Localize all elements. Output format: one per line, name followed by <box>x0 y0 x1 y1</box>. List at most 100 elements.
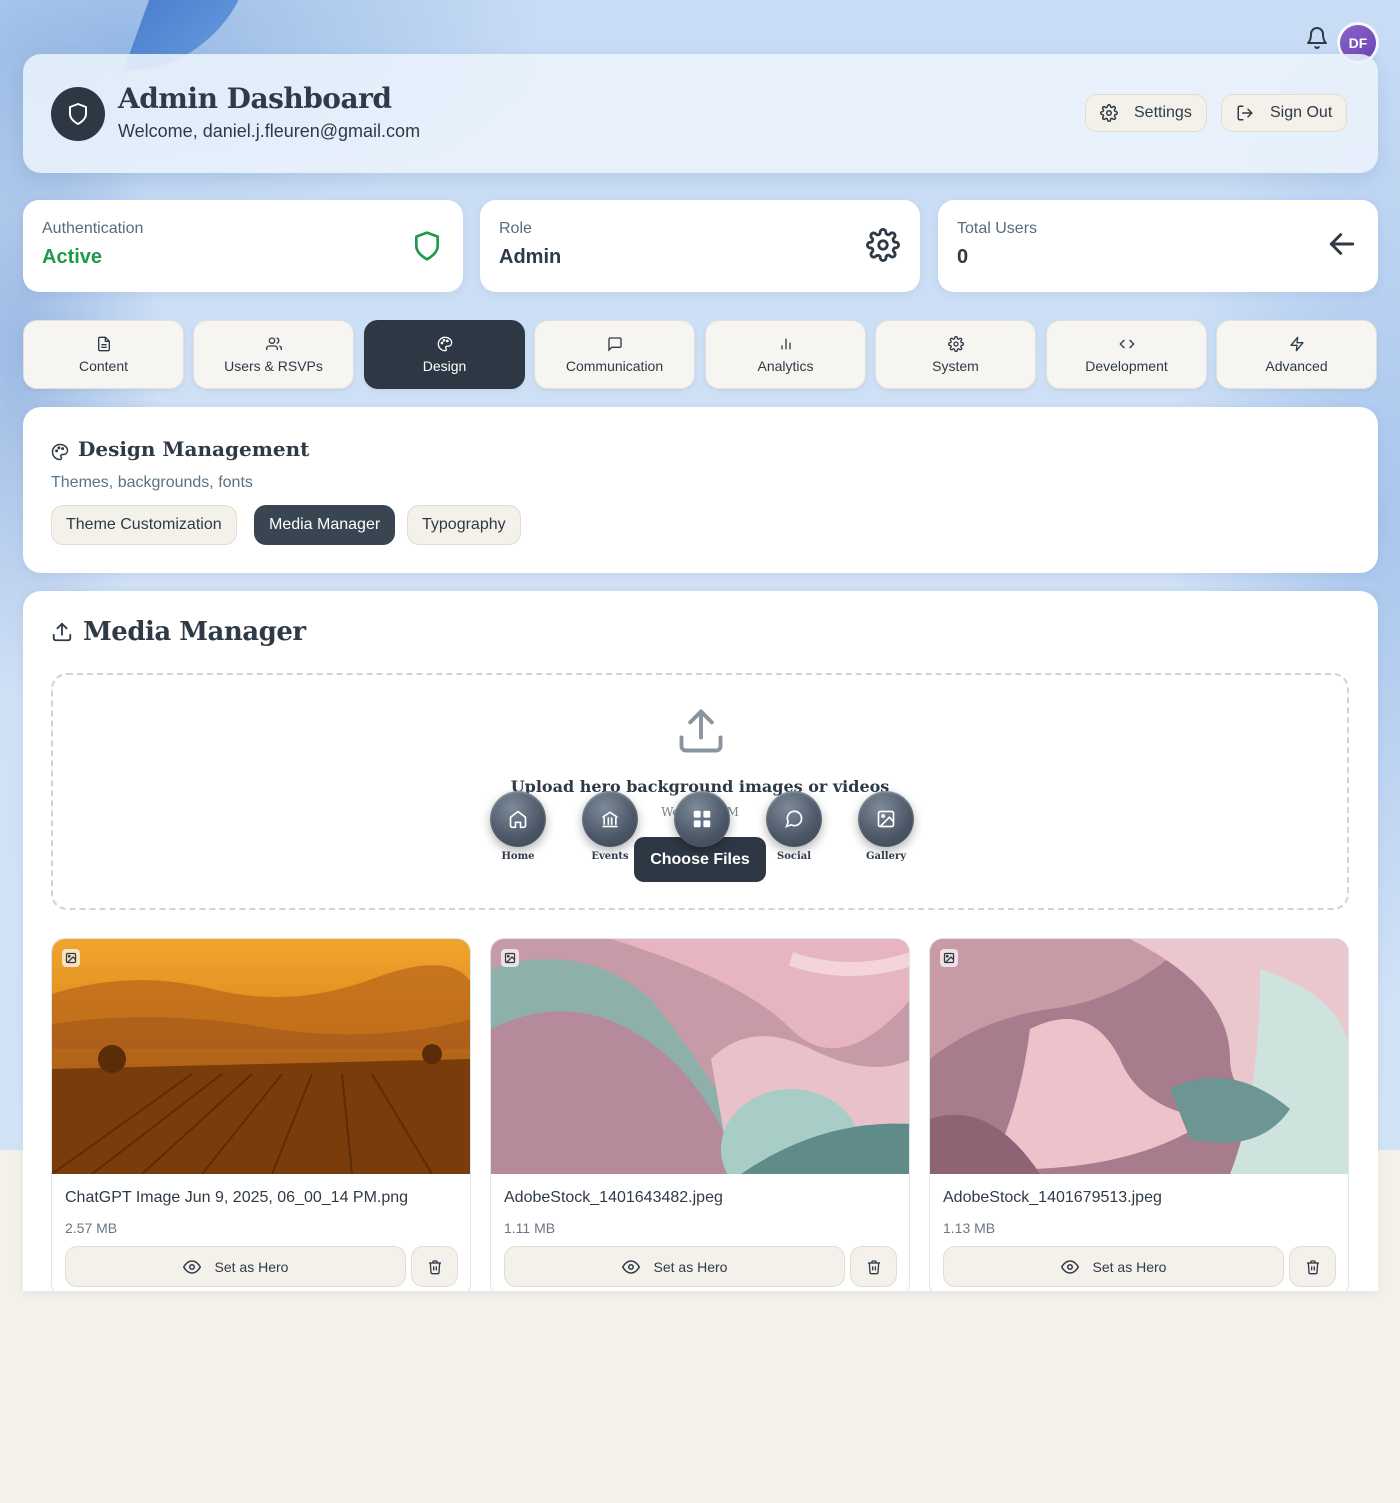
float-nav-gallery[interactable]: Gallery <box>856 791 916 862</box>
bolt-icon <box>1289 336 1305 352</box>
image-icon <box>858 791 914 847</box>
float-nav-label: Events <box>591 851 629 862</box>
media-item: ChatGPT Image Jun 9, 2025, 06_00_14 PM.p… <box>51 938 471 1291</box>
image-icon <box>940 949 958 967</box>
gear-icon <box>866 228 900 267</box>
chat-icon <box>607 336 623 352</box>
media-manager-card: Media Manager Upload hero background ima… <box>23 591 1378 1291</box>
tab-analytics[interactable]: Analytics <box>705 320 866 389</box>
settings-button[interactable]: Settings <box>1085 94 1207 132</box>
image-icon <box>62 949 80 967</box>
tab-users-rsvps[interactable]: Users & RSVPs <box>193 320 354 389</box>
delete-button[interactable] <box>850 1246 897 1287</box>
subtab-media-manager[interactable]: Media Manager <box>254 505 396 545</box>
trash-icon <box>427 1259 443 1275</box>
stat-label: Authentication <box>42 220 144 237</box>
sign-out-icon <box>1236 104 1254 122</box>
delete-button[interactable] <box>411 1246 458 1287</box>
float-nav-grid[interactable] <box>672 791 732 851</box>
set-as-hero-button[interactable]: Set as Hero <box>943 1246 1284 1287</box>
subtab-typography[interactable]: Typography <box>407 505 521 545</box>
tab-label: Users & RSVPs <box>224 357 323 374</box>
media-thumbnail[interactable] <box>491 939 909 1209</box>
stat-value: 0 <box>957 246 969 268</box>
tab-label: Design <box>422 357 467 374</box>
users-icon <box>265 336 282 352</box>
section-title: Design Management <box>78 437 310 461</box>
media-thumbnail[interactable] <box>930 939 1348 1174</box>
media-filesize: 1.13 MB <box>943 1220 996 1236</box>
float-nav-label: Gallery <box>865 851 907 862</box>
set-as-hero-button[interactable]: Set as Hero <box>504 1246 845 1287</box>
stat-authentication: Authentication Active <box>23 200 463 292</box>
grid-icon <box>674 791 730 847</box>
media-filesize: 2.57 MB <box>65 1220 118 1236</box>
stat-label: Total Users <box>957 220 1038 237</box>
float-nav-events[interactable]: Events <box>580 791 640 862</box>
palette-icon <box>437 336 453 352</box>
tab-label: Analytics <box>757 357 814 374</box>
welcome-text: Welcome, daniel.j.fleuren@gmail.com <box>118 121 421 141</box>
section-subtitle: Themes, backgrounds, fonts <box>51 474 253 491</box>
stat-value: Active <box>42 246 103 268</box>
sign-out-button[interactable]: Sign Out <box>1221 94 1348 132</box>
media-thumbnail[interactable] <box>52 939 470 1175</box>
float-nav-social[interactable]: Social <box>764 791 824 862</box>
eye-icon <box>621 1258 640 1276</box>
media-filesize: 1.11 MB <box>504 1220 556 1236</box>
tab-label: System <box>932 357 979 374</box>
stat-label: Role <box>499 220 532 237</box>
trash-icon <box>1305 1259 1321 1275</box>
float-nav-home[interactable]: Home <box>488 791 548 862</box>
tab-label: Advanced <box>1265 357 1328 374</box>
page-title: Admin Dashboard <box>118 82 392 115</box>
upload-icon <box>675 705 727 762</box>
tab-communication[interactable]: Communication <box>534 320 695 389</box>
upload-dropzone[interactable]: Upload hero background images or videos … <box>51 673 1349 910</box>
stat-value: Admin <box>499 246 562 268</box>
gear-icon <box>1100 104 1118 122</box>
gear-icon <box>947 335 964 352</box>
tab-design[interactable]: Design <box>364 320 525 389</box>
settings-label: Settings <box>1134 104 1192 121</box>
sign-out-label: Sign Out <box>1270 104 1333 121</box>
shield-icon <box>51 87 105 141</box>
set-as-hero-label: Set as Hero <box>653 1258 728 1275</box>
float-nav-label: Social <box>776 851 812 862</box>
tab-content[interactable]: Content <box>23 320 184 389</box>
set-as-hero-label: Set as Hero <box>214 1258 289 1275</box>
home-icon <box>490 791 546 847</box>
tab-advanced[interactable]: Advanced <box>1216 320 1377 389</box>
tab-label: Content <box>78 357 129 374</box>
tab-label: Development <box>1085 357 1168 374</box>
bar-chart-icon <box>778 336 794 352</box>
media-filename: AdobeStock_1401679513.jpeg <box>943 1189 1162 1206</box>
media-item: AdobeStock_1401679513.jpeg 1.13 MB Set a… <box>929 938 1349 1291</box>
image-icon <box>501 949 519 967</box>
tab-system[interactable]: System <box>875 320 1036 389</box>
stat-role: Role Admin <box>480 200 920 292</box>
palette-icon <box>51 443 69 466</box>
shield-icon <box>411 228 443 269</box>
media-filename: AdobeStock_1401643482.jpeg <box>504 1189 723 1206</box>
media-item: AdobeStock_1401643482.jpeg 1.11 MB Set a… <box>490 938 910 1291</box>
arrow-left-icon <box>1326 228 1358 265</box>
delete-button[interactable] <box>1289 1246 1336 1287</box>
section-title: Media Manager <box>83 617 306 647</box>
tab-development[interactable]: Development <box>1046 320 1207 389</box>
bell-icon[interactable] <box>1305 26 1329 50</box>
set-as-hero-button[interactable]: Set as Hero <box>65 1246 406 1287</box>
design-management-card: Design Management Themes, backgrounds, f… <box>23 407 1378 573</box>
document-icon <box>96 336 112 352</box>
code-icon <box>1118 336 1136 352</box>
float-nav-label: Home <box>501 851 535 862</box>
subtab-theme-customization[interactable]: Theme Customization <box>51 505 237 545</box>
stat-total-users: Total Users 0 <box>938 200 1378 292</box>
media-filename: ChatGPT Image Jun 9, 2025, 06_00_14 PM.p… <box>65 1189 409 1206</box>
bank-icon <box>582 791 638 847</box>
eye-icon <box>182 1258 201 1276</box>
chat-icon <box>766 791 822 847</box>
eye-icon <box>1060 1258 1079 1276</box>
floating-nav: Home Events Social Gallery <box>488 791 918 871</box>
trash-icon <box>866 1259 882 1275</box>
